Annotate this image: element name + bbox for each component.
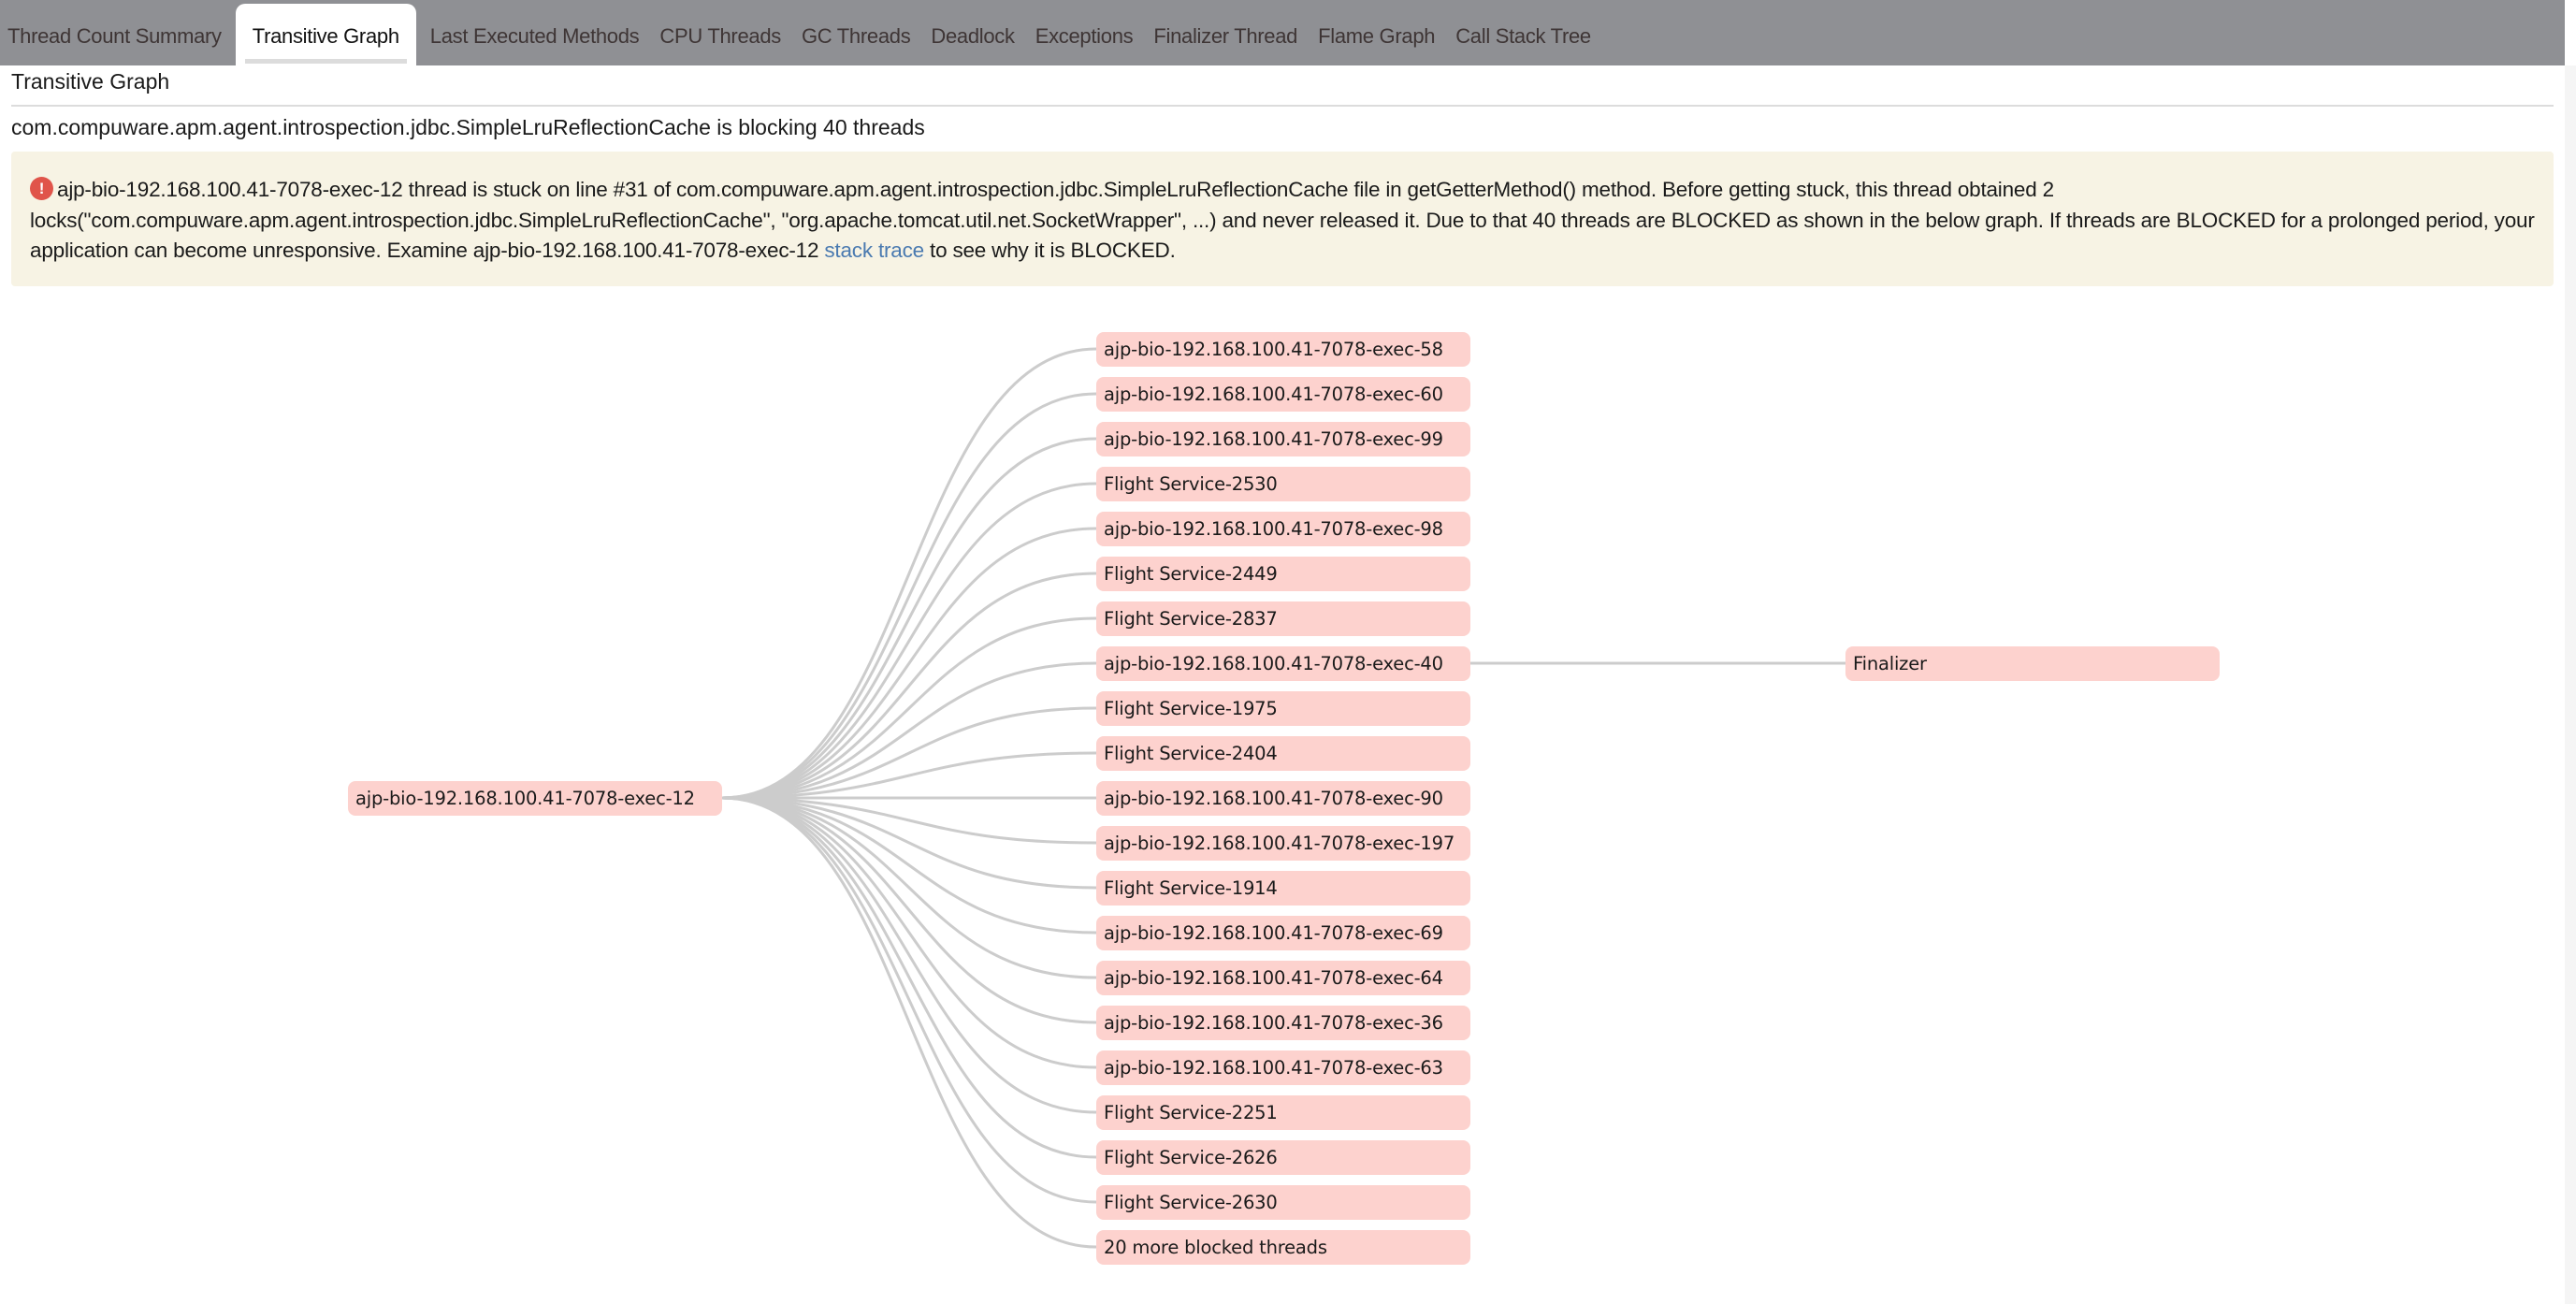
blocked-thread-node[interactable]: ajp-bio-192.168.100.41-7078-exec-99	[1096, 421, 1470, 456]
edge	[721, 796, 1097, 1024]
blocked-thread-node[interactable]: ajp-bio-192.168.100.41-7078-exec-40	[1096, 645, 1470, 681]
blocked-thread-node[interactable]: ajp-bio-192.168.100.41-7078-exec-58	[1096, 331, 1470, 367]
edge	[721, 482, 1097, 800]
blocked-thread-node[interactable]: ajp-bio-192.168.100.41-7078-exec-60	[1096, 376, 1470, 412]
blocked-thread-node[interactable]: ajp-bio-192.168.100.41-7078-exec-64	[1096, 960, 1470, 995]
edge	[721, 796, 1097, 1204]
blocked-thread-node[interactable]: Flight Service-2449	[1096, 556, 1470, 591]
edge	[721, 392, 1097, 800]
edge	[721, 661, 1097, 800]
edge	[721, 796, 1097, 1114]
edge	[721, 796, 1097, 979]
edge	[721, 572, 1097, 800]
edge	[721, 796, 1097, 1159]
root-thread-node[interactable]: ajp-bio-192.168.100.41-7078-exec-12	[348, 780, 722, 816]
blocked-thread-node[interactable]: Flight Service-1914	[1096, 870, 1470, 906]
blocked-thread-node[interactable]: ajp-bio-192.168.100.41-7078-exec-69	[1096, 915, 1470, 950]
blocked-thread-node[interactable]: 20 more blocked threads	[1096, 1229, 1470, 1265]
blocked-thread-node[interactable]: Flight Service-2630	[1096, 1184, 1470, 1220]
blocked-thread-node[interactable]: Flight Service-2404	[1096, 735, 1470, 771]
edge	[721, 437, 1097, 800]
edge	[721, 796, 1097, 935]
blocked-thread-node[interactable]: Flight Service-2626	[1096, 1139, 1470, 1175]
blocked-thread-node[interactable]: Flight Service-2251	[1096, 1094, 1470, 1130]
blocked-thread-node[interactable]: Flight Service-2837	[1096, 601, 1470, 636]
blocked-thread-node[interactable]: ajp-bio-192.168.100.41-7078-exec-98	[1096, 511, 1470, 546]
blocked-thread-node[interactable]: ajp-bio-192.168.100.41-7078-exec-90	[1096, 780, 1470, 816]
vertical-scrollbar[interactable]	[2565, 65, 2576, 1304]
blocked-thread-node[interactable]: Flight Service-2530	[1096, 466, 1470, 501]
blocked-thread-node[interactable]: ajp-bio-192.168.100.41-7078-exec-197	[1096, 825, 1470, 861]
edge	[721, 616, 1097, 800]
edge	[721, 796, 1097, 1069]
edge	[721, 527, 1097, 800]
finalizer-thread-node[interactable]: Finalizer	[1845, 645, 2220, 681]
blocked-thread-node[interactable]: ajp-bio-192.168.100.41-7078-exec-36	[1096, 1005, 1470, 1040]
blocked-thread-node[interactable]: ajp-bio-192.168.100.41-7078-exec-63	[1096, 1050, 1470, 1085]
blocked-thread-node[interactable]: Flight Service-1975	[1096, 690, 1470, 726]
